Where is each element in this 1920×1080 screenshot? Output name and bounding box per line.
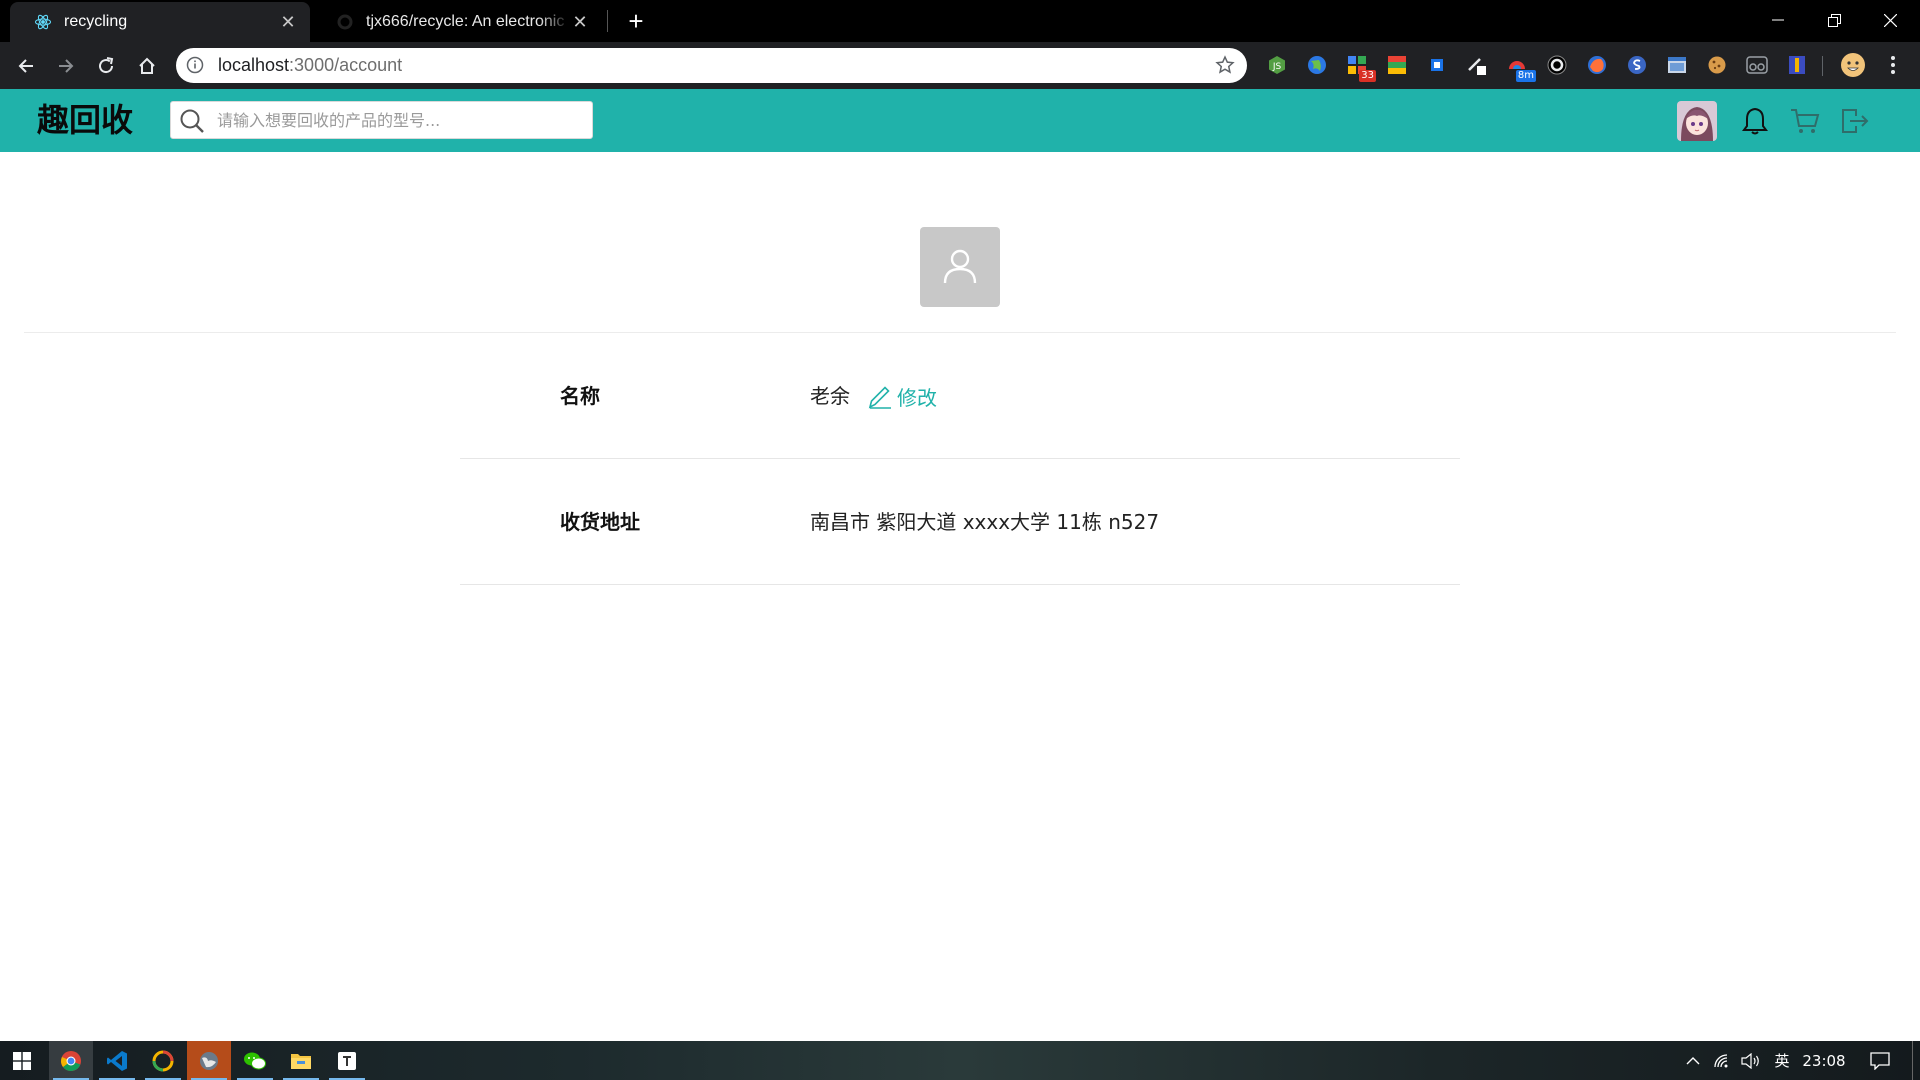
restore-button[interactable] (1806, 0, 1862, 40)
name-value: 老余 (810, 384, 850, 408)
search-icon[interactable] (179, 108, 205, 139)
grid-extension-icon[interactable]: 33 (1346, 54, 1376, 82)
info-icon[interactable] (186, 56, 204, 79)
site-logo[interactable]: 趣回收 (37, 89, 133, 152)
close-window-button[interactable] (1862, 0, 1918, 40)
address-value: 南昌市 紫阳大道 xxxx大学 11栋 n527 (810, 510, 1160, 534)
typora-icon[interactable] (325, 1041, 369, 1080)
clock[interactable]: 23:08 (1798, 1041, 1850, 1080)
profile-avatar[interactable] (920, 227, 1000, 307)
s-logo-extension-icon[interactable] (1626, 54, 1648, 76)
name-label: 名称 (560, 384, 600, 408)
pen-extension-icon[interactable] (1466, 54, 1488, 76)
menu-icon[interactable] (1882, 54, 1904, 76)
cart-icon[interactable] (1790, 106, 1820, 136)
profile-avatar-icon[interactable] (1840, 52, 1866, 78)
cookie-extension-icon[interactable] (1706, 54, 1728, 76)
bookmark-extension-icon[interactable] (1786, 54, 1808, 76)
close-icon[interactable]: ✕ (570, 12, 590, 32)
show-hidden-icons-chevron-icon[interactable] (1680, 1041, 1706, 1080)
window-extension-icon[interactable] (1666, 54, 1688, 76)
vscode-icon[interactable] (95, 1041, 139, 1080)
color-wheel-icon[interactable] (141, 1041, 185, 1080)
close-icon[interactable]: ✕ (278, 12, 298, 32)
edit-label: 修改 (897, 385, 937, 410)
badge-timer: 8m (1515, 70, 1536, 82)
nodejs-extension-icon[interactable]: JS (1266, 54, 1288, 76)
search-input[interactable] (217, 102, 577, 138)
app-header: 趣回收 (0, 89, 1920, 152)
user-icon (940, 245, 980, 290)
timer-extension-icon[interactable]: 8m (1506, 54, 1536, 82)
volume-icon[interactable] (1738, 1041, 1764, 1080)
network-icon[interactable] (1710, 1041, 1736, 1080)
logout-icon[interactable] (1840, 106, 1870, 136)
file-explorer-icon[interactable] (279, 1041, 323, 1080)
edit-name-button[interactable]: 修改 (867, 333, 937, 459)
url-text: localhost:3000/account (218, 55, 403, 75)
user-avatar[interactable] (1677, 101, 1717, 141)
home-button[interactable] (131, 50, 163, 82)
reload-button[interactable] (90, 50, 122, 82)
record-extension-icon[interactable] (1546, 54, 1568, 76)
globe-extension-icon[interactable] (1306, 54, 1328, 76)
tab-title: recycling (64, 13, 128, 30)
action-center-icon[interactable] (1862, 1041, 1898, 1080)
forward-button[interactable] (50, 50, 82, 82)
blue-square-extension-icon[interactable] (1426, 54, 1448, 76)
svg-text:JS: JS (1272, 62, 1282, 72)
back-button[interactable] (10, 50, 42, 82)
account-row-address: 收货地址 南昌市 紫阳大道 xxxx大学 11栋 n527 (460, 459, 1460, 585)
edit-icon (867, 383, 893, 409)
tab-recycling[interactable]: recycling ✕ (10, 2, 310, 42)
address-label: 收货地址 (560, 510, 640, 534)
browser-tab-strip: recycling ✕ tjx666/recycle: An electroni… (0, 0, 1920, 42)
show-desktop-button[interactable] (1912, 1041, 1913, 1080)
tab-divider (607, 10, 608, 32)
github-icon (336, 13, 354, 31)
taskbar: 英 23:08 (0, 1041, 1920, 1080)
star-icon[interactable] (1215, 55, 1235, 80)
search-box[interactable] (170, 101, 593, 139)
firefox-extension-icon[interactable] (1586, 54, 1608, 76)
wechat-icon[interactable] (233, 1041, 277, 1080)
browser-icon[interactable] (187, 1041, 231, 1080)
ime-indicator[interactable]: 英 (1768, 1041, 1796, 1080)
color-bars-extension-icon[interactable] (1386, 54, 1408, 76)
new-tab-button[interactable]: + (620, 6, 652, 38)
badge-count: 33 (1359, 70, 1376, 82)
tab-github-repo[interactable]: tjx666/recycle: An electronic p ✕ (312, 2, 602, 42)
toolbar-divider (1822, 56, 1823, 76)
minimize-button[interactable] (1750, 0, 1806, 40)
bell-icon[interactable] (1740, 106, 1770, 136)
browser-toolbar: localhost:3000/account JS 33 8m (0, 42, 1920, 89)
account-row-name: 名称 老余 修改 (460, 333, 1460, 459)
chrome-icon[interactable] (49, 1041, 93, 1080)
tab-title: tjx666/recycle: An electronic p (366, 13, 570, 30)
start-button[interactable] (0, 1041, 44, 1080)
react-icon (34, 13, 52, 31)
address-bar[interactable]: localhost:3000/account (176, 48, 1247, 83)
glasses-extension-icon[interactable] (1746, 54, 1768, 76)
